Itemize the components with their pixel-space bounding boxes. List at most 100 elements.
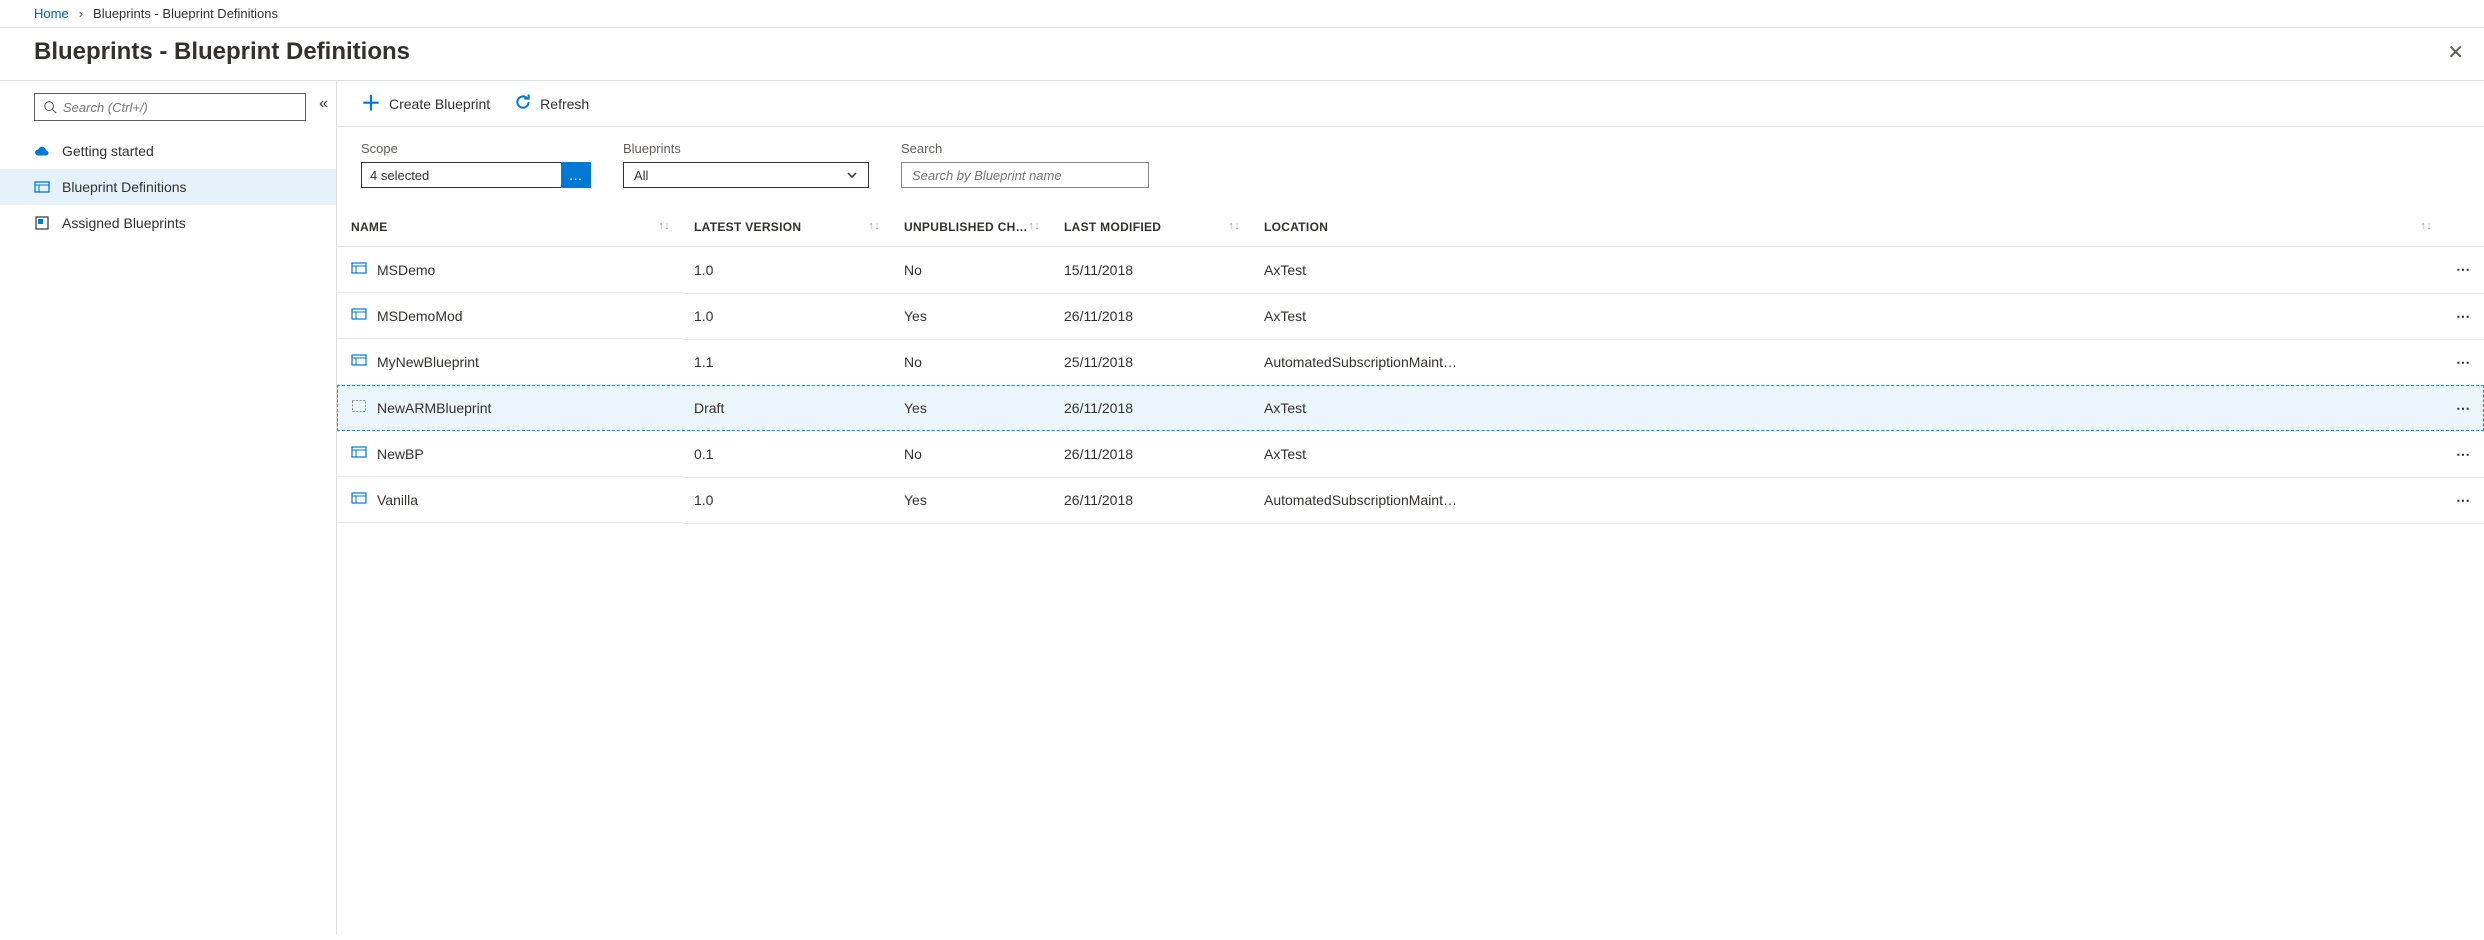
cell-modified: 26/11/2018 [1052, 385, 1252, 431]
cell-unpublished: No [892, 247, 1052, 294]
search-input[interactable] [912, 168, 1138, 183]
cell-version: 1.0 [682, 477, 892, 523]
breadcrumb-separator-icon: › [79, 6, 83, 21]
sidebar-item-assigned-blueprints[interactable]: Assigned Blueprints [0, 205, 336, 241]
row-actions-button[interactable]: ⋯ [2444, 477, 2484, 523]
sort-icon: ↑↓ [868, 220, 880, 232]
cell-version: 1.1 [682, 339, 892, 385]
sort-icon: ↑↓ [2420, 220, 2432, 232]
sidebar-item-getting-started[interactable]: Getting started [0, 133, 336, 169]
table-row[interactable]: MSDemo 1.0No15/11/2018AxTest⋯ [337, 247, 2484, 294]
row-actions-button[interactable]: ⋯ [2444, 247, 2484, 294]
cell-modified: 25/11/2018 [1052, 339, 1252, 385]
row-actions-button[interactable]: ⋯ [2444, 339, 2484, 385]
cell-version: Draft [682, 385, 892, 431]
col-name[interactable]: NAME↑↓ [337, 206, 682, 247]
blueprint-icon [351, 260, 367, 279]
page-title-row: Blueprints - Blueprint Definitions ✕ [0, 28, 2484, 81]
sidebar-item-label: Assigned Blueprints [62, 215, 186, 231]
assigned-icon [34, 215, 50, 231]
chevron-down-icon [846, 169, 858, 181]
blueprint-name: MSDemo [377, 262, 435, 278]
sidebar-search[interactable] [34, 93, 306, 121]
col-location[interactable]: LOCATION↑↓ [1252, 206, 2444, 247]
sidebar-search-input[interactable] [63, 100, 297, 115]
blueprint-icon [351, 398, 367, 417]
blueprint-icon [351, 490, 367, 509]
cell-name[interactable]: Vanilla [337, 477, 682, 523]
col-unpublished[interactable]: UNPUBLISHED CH…↑↓ [892, 206, 1052, 247]
blueprints-filter: Blueprints All [623, 141, 869, 188]
sidebar-item-blueprint-definitions[interactable]: Blueprint Definitions [0, 169, 336, 205]
cell-location: AutomatedSubscriptionMaint… [1252, 339, 2444, 385]
cell-name[interactable]: MyNewBlueprint [337, 339, 682, 385]
blueprint-name: MyNewBlueprint [377, 354, 479, 370]
blueprints-table: NAME↑↓ LATEST VERSION↑↓ UNPUBLISHED CH…↑… [337, 206, 2484, 524]
cell-version: 1.0 [682, 247, 892, 294]
cell-unpublished: Yes [892, 477, 1052, 523]
table-row[interactable]: NewARMBlueprintDraftYes26/11/2018AxTest⋯ [337, 385, 2484, 431]
sort-icon: ↑↓ [1028, 220, 1040, 232]
cell-unpublished: No [892, 339, 1052, 385]
sidebar: « Getting started Blueprint Definitions … [0, 81, 337, 935]
table-row[interactable]: NewBP 0.1No26/11/2018AxTest⋯ [337, 431, 2484, 477]
cell-version: 0.1 [682, 431, 892, 477]
col-actions [2444, 206, 2484, 247]
sidebar-item-label: Getting started [62, 143, 154, 159]
cloud-icon [34, 143, 50, 159]
cell-location: AutomatedSubscriptionMaint… [1252, 477, 2444, 523]
blueprint-name: MSDemoMod [377, 308, 463, 324]
row-actions-button[interactable]: ⋯ [2444, 293, 2484, 339]
row-actions-button[interactable]: ⋯ [2444, 385, 2484, 431]
blueprint-icon [351, 306, 367, 325]
cell-version: 1.0 [682, 293, 892, 339]
blueprint-name: Vanilla [377, 492, 418, 508]
search-filter: Search [901, 141, 1149, 188]
cell-location: AxTest [1252, 247, 2444, 294]
sidebar-item-label: Blueprint Definitions [62, 179, 187, 195]
cell-name[interactable]: MSDemoMod [337, 293, 682, 339]
cell-name[interactable]: NewARMBlueprint [337, 385, 682, 431]
scope-browse-button[interactable]: … [561, 162, 591, 188]
plus-icon: ＋ [361, 94, 381, 114]
blueprints-select[interactable]: All [623, 162, 869, 188]
col-latest-version[interactable]: LATEST VERSION↑↓ [682, 206, 892, 247]
blueprint-name: NewARMBlueprint [377, 400, 491, 416]
sort-icon: ↑↓ [658, 220, 670, 232]
cell-modified: 26/11/2018 [1052, 431, 1252, 477]
cell-modified: 26/11/2018 [1052, 293, 1252, 339]
search-icon [43, 100, 57, 114]
content: ＋ Create Blueprint Refresh Scope 4 selec… [337, 81, 2484, 935]
cell-modified: 15/11/2018 [1052, 247, 1252, 294]
table-row[interactable]: Vanilla1.0Yes26/11/2018AutomatedSubscrip… [337, 477, 2484, 523]
close-icon[interactable]: ✕ [2447, 40, 2464, 65]
table-row[interactable]: MyNewBlueprint 1.1No25/11/2018AutomatedSu… [337, 339, 2484, 385]
row-actions-button[interactable]: ⋯ [2444, 431, 2484, 477]
cell-unpublished: Yes [892, 293, 1052, 339]
breadcrumb: Home › Blueprints - Blueprint Definition… [0, 0, 2484, 28]
refresh-label: Refresh [540, 96, 589, 112]
cell-unpublished: No [892, 431, 1052, 477]
refresh-button[interactable]: Refresh [514, 93, 589, 114]
blueprints-value: All [634, 168, 648, 183]
create-blueprint-button[interactable]: ＋ Create Blueprint [361, 94, 490, 114]
table-row[interactable]: MSDemoMod1.0Yes26/11/2018AxTest⋯ [337, 293, 2484, 339]
filters: Scope 4 selected … Blueprints All Search [337, 127, 2484, 206]
cell-name[interactable]: NewBP [337, 431, 682, 477]
search-label: Search [901, 141, 1149, 156]
cell-name[interactable]: MSDemo [337, 247, 682, 293]
cell-location: AxTest [1252, 385, 2444, 431]
breadcrumb-current: Blueprints - Blueprint Definitions [93, 6, 278, 21]
breadcrumb-home[interactable]: Home [34, 6, 69, 21]
scope-filter: Scope 4 selected … [361, 141, 591, 188]
blueprint-icon [351, 444, 367, 463]
scope-value[interactable]: 4 selected [361, 162, 561, 188]
search-box[interactable] [901, 162, 1149, 188]
cell-location: AxTest [1252, 431, 2444, 477]
sort-icon: ↑↓ [1228, 220, 1240, 232]
col-last-modified[interactable]: LAST MODIFIED↑↓ [1052, 206, 1252, 247]
create-blueprint-label: Create Blueprint [389, 96, 490, 112]
blueprint-name: NewBP [377, 446, 424, 462]
refresh-icon [514, 93, 532, 114]
toolbar: ＋ Create Blueprint Refresh [337, 81, 2484, 127]
